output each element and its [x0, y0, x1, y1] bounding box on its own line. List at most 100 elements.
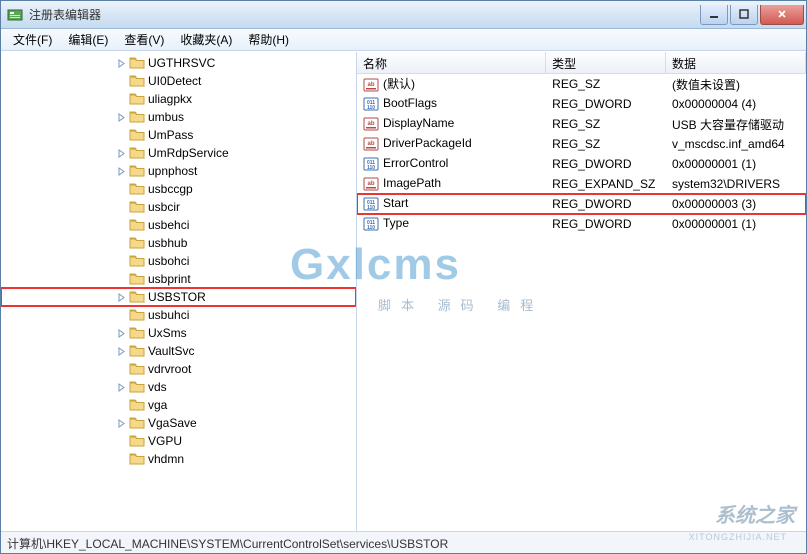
- folder-icon: [129, 92, 145, 106]
- value-data-cell: 0x00000003 (3): [666, 197, 806, 211]
- titlebar[interactable]: 注册表编辑器: [1, 1, 806, 29]
- folder-icon: [129, 272, 145, 286]
- value-row-start[interactable]: 011110StartREG_DWORD0x00000003 (3): [357, 194, 806, 214]
- binary-value-icon: 011110: [363, 196, 379, 212]
- folder-icon: [129, 182, 145, 196]
- tree-node-label: VaultSvc: [148, 344, 194, 358]
- tree-node-umrdpservice[interactable]: UmRdpService: [1, 144, 356, 162]
- tree-node-uliagpkx[interactable]: uliagpkx: [1, 90, 356, 108]
- value-type-cell: REG_SZ: [546, 137, 666, 151]
- tree-node-label: vga: [148, 398, 167, 412]
- tree-node-usbehci[interactable]: usbehci: [1, 216, 356, 234]
- tree-pane[interactable]: UGTHRSVC UI0Detect uliagpkx umbusUmPass UmRd…: [1, 52, 357, 531]
- value-row-默认[interactable]: ab(默认)REG_SZ(数值未设置): [357, 74, 806, 94]
- value-name-cell: abImagePath: [357, 176, 546, 192]
- tree-node-label: uliagpkx: [148, 92, 192, 106]
- value-row-errorcontrol[interactable]: 011110ErrorControlREG_DWORD0x00000001 (1…: [357, 154, 806, 174]
- tree-node-umpass[interactable]: UmPass: [1, 126, 356, 144]
- app-icon: [7, 7, 23, 23]
- value-row-imagepath[interactable]: abImagePathREG_EXPAND_SZsystem32\DRIVERS: [357, 174, 806, 194]
- tree-node-label: VgaSave: [148, 416, 197, 430]
- list-pane[interactable]: 名称 类型 数据 ab(默认)REG_SZ(数值未设置)011110BootFl…: [357, 52, 806, 531]
- folder-icon: [129, 380, 145, 394]
- content-area: UGTHRSVC UI0Detect uliagpkx umbusUmPass UmRd…: [1, 51, 806, 531]
- tree-node-umbus[interactable]: umbus: [1, 108, 356, 126]
- value-name-cell: 011110ErrorControl: [357, 156, 546, 172]
- value-name: Start: [383, 196, 408, 210]
- expander-icon: [115, 129, 127, 141]
- folder-icon: [129, 398, 145, 412]
- value-row-displayname[interactable]: abDisplayNameREG_SZUSB 大容量存储驱动: [357, 114, 806, 134]
- menu-help[interactable]: 帮助(H): [240, 29, 297, 50]
- column-header-data[interactable]: 数据: [666, 52, 806, 73]
- tree-node-vdrvroot[interactable]: vdrvroot: [1, 360, 356, 378]
- tree-node-vgasave[interactable]: VgaSave: [1, 414, 356, 432]
- value-row-driverpackageid[interactable]: abDriverPackageIdREG_SZv_mscdsc.inf_amd6…: [357, 134, 806, 154]
- value-name-cell: abDisplayName: [357, 116, 546, 132]
- expander-icon[interactable]: [115, 381, 127, 393]
- tree-node-usbcir[interactable]: usbcir: [1, 198, 356, 216]
- tree-node-usbstor[interactable]: USBSTOR: [1, 288, 356, 306]
- menu-favorites[interactable]: 收藏夹(A): [172, 29, 240, 50]
- tree-node-usbhub[interactable]: usbhub: [1, 234, 356, 252]
- expander-icon[interactable]: [115, 57, 127, 69]
- menu-edit[interactable]: 编辑(E): [60, 29, 116, 50]
- column-header-type[interactable]: 类型: [546, 52, 666, 73]
- svg-text:110: 110: [367, 225, 375, 231]
- value-type-cell: REG_SZ: [546, 117, 666, 131]
- value-name: (默认): [383, 77, 415, 91]
- tree-node-label: UI0Detect: [148, 74, 201, 88]
- column-header-name[interactable]: 名称: [357, 52, 546, 73]
- string-value-icon: ab: [363, 136, 379, 152]
- minimize-button[interactable]: [700, 5, 728, 25]
- window-buttons: [698, 5, 804, 25]
- svg-text:110: 110: [367, 205, 375, 211]
- menu-file[interactable]: 文件(F): [5, 29, 60, 50]
- tree-node-vhdmn[interactable]: vhdmn: [1, 450, 356, 468]
- tree-node-label: UmRdpService: [148, 146, 229, 160]
- expander-icon: [115, 309, 127, 321]
- value-row-type[interactable]: 011110TypeREG_DWORD0x00000001 (1): [357, 214, 806, 234]
- expander-icon[interactable]: [115, 111, 127, 123]
- tree-node-label: usbohci: [148, 254, 189, 268]
- expander-icon: [115, 183, 127, 195]
- expander-icon: [115, 453, 127, 465]
- tree-node-label: usbccgp: [148, 182, 193, 196]
- tree-node-uxsms[interactable]: UxSms: [1, 324, 356, 342]
- expander-icon[interactable]: [115, 327, 127, 339]
- statusbar: 计算机\HKEY_LOCAL_MACHINE\SYSTEM\CurrentCon…: [1, 531, 806, 553]
- expander-icon[interactable]: [115, 165, 127, 177]
- expander-icon: [115, 219, 127, 231]
- expander-icon[interactable]: [115, 291, 127, 303]
- svg-text:ab: ab: [367, 121, 374, 127]
- value-name-cell: 011110 Start: [357, 196, 546, 212]
- expander-icon[interactable]: [115, 345, 127, 357]
- folder-icon: [129, 74, 145, 88]
- binary-value-icon: 011110: [363, 156, 379, 172]
- expander-icon[interactable]: [115, 417, 127, 429]
- tree-node-label: vhdmn: [148, 452, 184, 466]
- tree-node-vaultsvc[interactable]: VaultSvc: [1, 342, 356, 360]
- maximize-button[interactable]: [730, 5, 758, 25]
- window-title: 注册表编辑器: [29, 6, 698, 23]
- tree-node-usbuhci[interactable]: usbuhci: [1, 306, 356, 324]
- folder-icon: [129, 236, 145, 250]
- tree-node-usbccgp[interactable]: usbccgp: [1, 180, 356, 198]
- close-button[interactable]: [760, 5, 804, 25]
- expander-icon[interactable]: [115, 147, 127, 159]
- tree-node-usbohci[interactable]: usbohci: [1, 252, 356, 270]
- value-name-cell: 011110Type: [357, 216, 546, 232]
- tree-node-ugthrsvc[interactable]: UGTHRSVC: [1, 54, 356, 72]
- menu-view[interactable]: 查看(V): [116, 29, 172, 50]
- expander-icon: [115, 201, 127, 213]
- tree-node-usbprint[interactable]: usbprint: [1, 270, 356, 288]
- tree-node-ui0detect[interactable]: UI0Detect: [1, 72, 356, 90]
- tree-node-upnphost[interactable]: upnphost: [1, 162, 356, 180]
- tree-node-vga[interactable]: vga: [1, 396, 356, 414]
- tree-node-vgpu[interactable]: VGPU: [1, 432, 356, 450]
- folder-icon: [129, 452, 145, 466]
- value-name-cell: ab(默认): [357, 75, 546, 93]
- value-type-cell: REG_EXPAND_SZ: [546, 177, 666, 191]
- value-row-bootflags[interactable]: 011110BootFlagsREG_DWORD0x00000004 (4): [357, 94, 806, 114]
- tree-node-vds[interactable]: vds: [1, 378, 356, 396]
